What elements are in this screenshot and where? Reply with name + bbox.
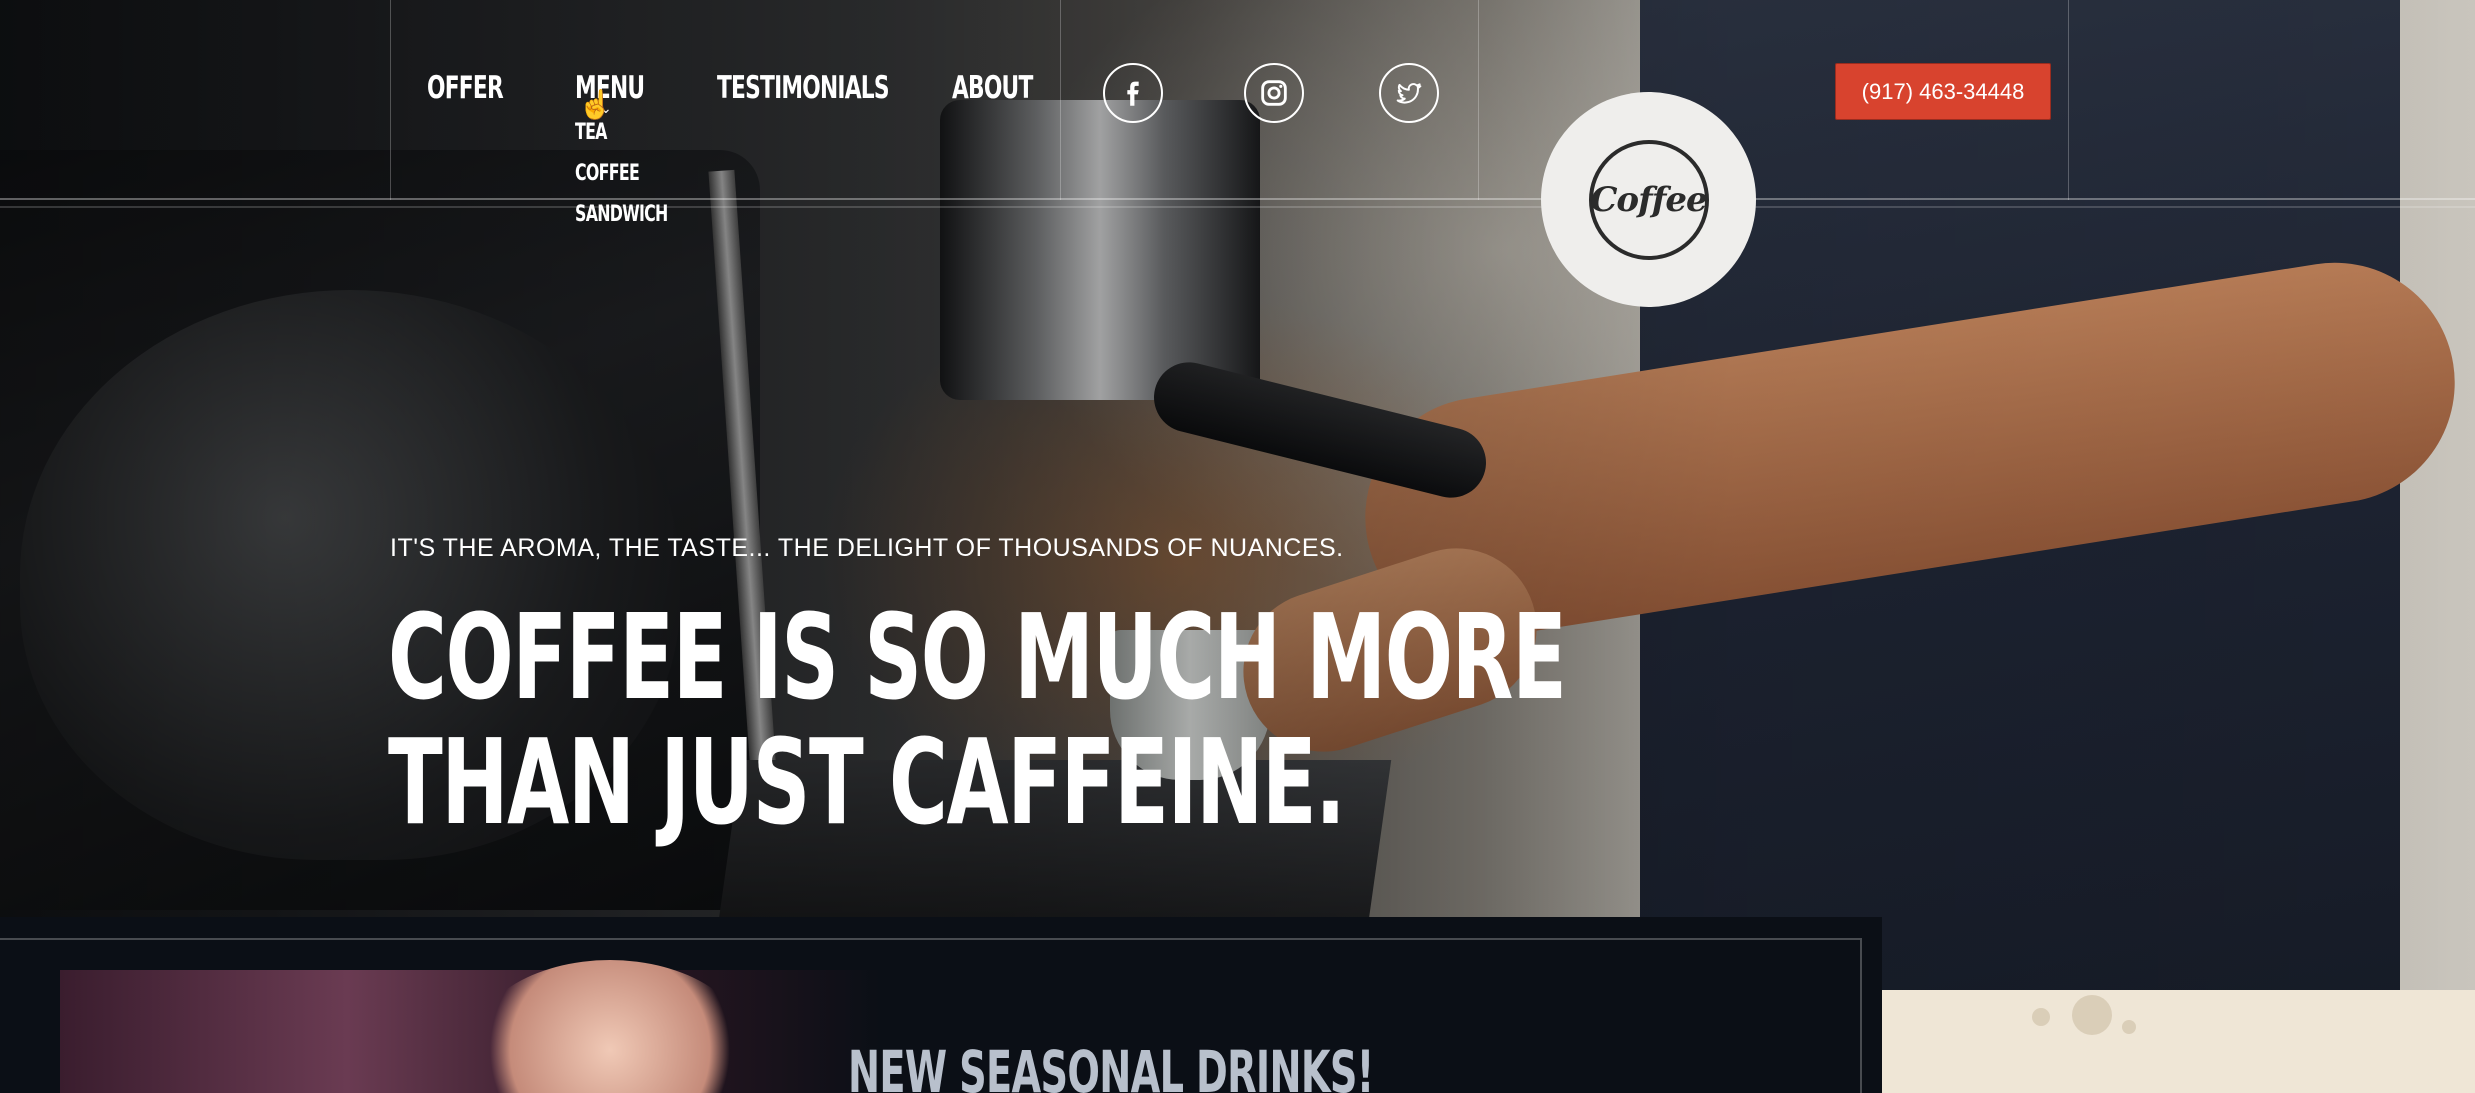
phone-button[interactable]: (917) 463-34448 [1835, 63, 2051, 120]
header-divider [0, 198, 2475, 200]
header-grid-line [390, 0, 391, 200]
nav-about[interactable]: ABOUT [952, 70, 1033, 106]
header-divider-secondary [0, 206, 2475, 208]
site-logo[interactable]: Coffee [1541, 92, 1756, 307]
decor-stain [2032, 1008, 2050, 1026]
instagram-link[interactable] [1244, 63, 1304, 123]
facebook-icon [1127, 81, 1139, 106]
promo-title: NEW SEASONAL DRINKS! [848, 1038, 1374, 1093]
side-panel [1882, 990, 2475, 1093]
logo-text: Coffee [1590, 179, 1707, 220]
decor-stain [2072, 995, 2112, 1035]
twitter-icon [1396, 83, 1422, 104]
twitter-link[interactable] [1379, 63, 1439, 123]
nav-testimonials[interactable]: TESTIMONIALS [717, 70, 890, 106]
pointer-cursor-icon: ☝ [578, 89, 613, 120]
decor-stain [2122, 1020, 2136, 1034]
hero-tagline: IT'S THE AROMA, THE TASTE... THE DELIGHT… [390, 534, 1344, 562]
menu-item-sandwich[interactable]: SANDWICH [575, 202, 668, 227]
hero-headline-line1: COFFEE IS SO MUCH MORE [388, 588, 1567, 726]
menu-item-coffee[interactable]: COFFEE [575, 161, 640, 186]
logo-emblem: Coffee [1588, 139, 1709, 260]
header-grid-line [1478, 0, 1479, 200]
facebook-link[interactable] [1103, 63, 1163, 123]
instagram-icon [1261, 80, 1287, 106]
header-grid-line [1060, 0, 1061, 200]
menu-item-tea[interactable]: TEA [575, 120, 607, 145]
nav-offer[interactable]: OFFER [427, 70, 504, 106]
header-grid-line [2068, 0, 2069, 200]
hero-headline-line2: THAN JUST CAFFEINE. [388, 713, 1346, 851]
